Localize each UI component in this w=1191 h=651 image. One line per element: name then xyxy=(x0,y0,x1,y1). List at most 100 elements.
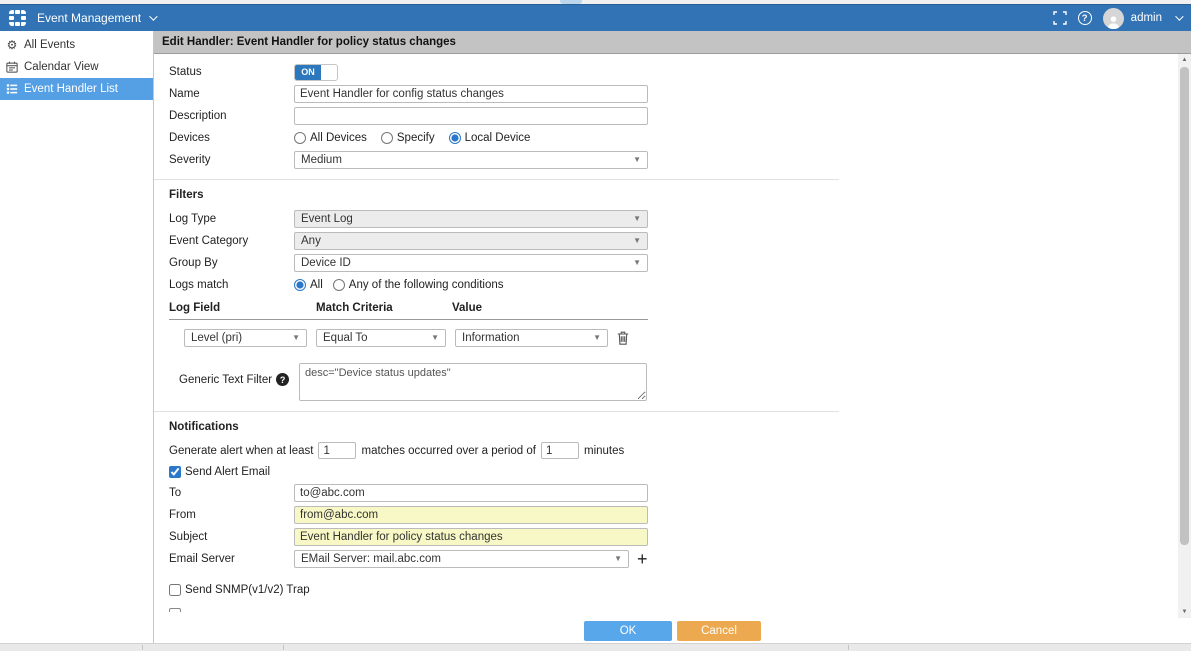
to-input[interactable] xyxy=(294,484,648,502)
partially-visible-checkbox[interactable] xyxy=(169,608,181,612)
send-alert-email-checkbox-row[interactable]: Send Alert Email xyxy=(169,466,804,478)
checkbox-icon[interactable] xyxy=(169,466,181,478)
logs-match-radio-all[interactable]: All xyxy=(294,279,323,291)
devices-row: Devices All Devices Specify Local Device xyxy=(169,129,804,147)
logs-match-label: Logs match xyxy=(169,279,229,291)
chevron-down-icon: ▼ xyxy=(593,333,601,342)
log-field-select[interactable]: Level (pri) ▼ xyxy=(184,329,307,347)
avatar[interactable] xyxy=(1102,7,1124,29)
name-label: Name xyxy=(169,88,200,100)
status-toggle[interactable]: ON xyxy=(294,63,338,81)
matches-count-input[interactable] xyxy=(318,442,357,459)
from-input[interactable] xyxy=(294,506,648,524)
select-value: EMail Server: mail.abc.com xyxy=(301,553,441,565)
status-bar-divider xyxy=(142,645,143,650)
value-select[interactable]: Information ▼ xyxy=(455,329,608,347)
generate-alert-prefix: Generate alert when at least xyxy=(169,444,314,457)
group-by-select[interactable]: Device ID ▼ xyxy=(294,254,648,272)
send-snmp-checkbox-row[interactable]: Send SNMP(v1/v2) Trap xyxy=(169,584,804,596)
radio-label: All Devices xyxy=(310,132,367,144)
chevron-down-icon: ▼ xyxy=(633,258,641,267)
sidebar-item-label: Calendar View xyxy=(24,61,99,73)
add-email-server-button[interactable]: + xyxy=(637,550,648,568)
radio-icon[interactable] xyxy=(332,279,345,291)
help-tooltip-icon[interactable]: ? xyxy=(276,373,290,386)
email-server-row: Email Server EMail Server: mail.abc.com … xyxy=(169,550,804,568)
radio-icon[interactable] xyxy=(380,132,393,144)
description-input[interactable] xyxy=(294,107,648,125)
devices-radio-local-device[interactable]: Local Device xyxy=(448,132,531,144)
form-viewport: Status ON Name Description Devices xyxy=(154,54,1191,618)
log-type-select[interactable]: Event Log ▼ xyxy=(294,210,648,228)
devices-radio-specify[interactable]: Specify xyxy=(380,132,435,144)
severity-select[interactable]: Medium ▼ xyxy=(294,151,648,169)
help-icon[interactable]: ? xyxy=(1077,11,1092,25)
radio-label: Any of the following conditions xyxy=(348,279,504,291)
scroll-down-icon[interactable]: ▼ xyxy=(1178,606,1191,618)
ok-button[interactable]: OK xyxy=(584,620,672,641)
radio-label: Local Device xyxy=(464,132,531,144)
chevron-down-icon: ▼ xyxy=(292,333,300,342)
logs-match-radio-any[interactable]: Any of the following conditions xyxy=(332,279,504,291)
email-server-select[interactable]: EMail Server: mail.abc.com ▼ xyxy=(294,550,629,568)
status-label: Status xyxy=(169,66,202,78)
severity-label: Severity xyxy=(169,154,211,166)
name-row: Name xyxy=(169,85,804,103)
select-value: Any xyxy=(301,235,321,247)
select-value: Level (pri) xyxy=(191,332,243,344)
radio-icon[interactable] xyxy=(448,132,461,144)
status-bar-divider xyxy=(848,645,849,650)
radio-icon[interactable] xyxy=(294,279,306,291)
period-minutes-input[interactable] xyxy=(541,442,579,459)
subject-input[interactable] xyxy=(294,528,648,546)
conditions-header-rule xyxy=(169,319,648,320)
select-value: Event Log xyxy=(301,213,353,225)
select-value: Device ID xyxy=(301,257,351,269)
scroll-up-icon[interactable]: ▲ xyxy=(1178,54,1191,66)
name-input[interactable] xyxy=(294,85,648,103)
event-category-select[interactable]: Any ▼ xyxy=(294,232,648,250)
section-divider xyxy=(154,179,839,180)
sidebar-item-event-handler-list[interactable]: Event Handler List xyxy=(0,78,153,100)
sidebar-item-all-events[interactable]: ⚙ All Events xyxy=(0,34,153,56)
sidebar-item-calendar-view[interactable]: Calendar View xyxy=(0,56,153,78)
section-divider xyxy=(154,411,839,412)
status-bar-divider xyxy=(283,645,284,650)
chevron-down-icon xyxy=(149,12,158,21)
browser-top-strip xyxy=(0,0,1191,4)
sidebar-item-label: All Events xyxy=(24,39,76,51)
generate-alert-middle: matches occurred over a period of xyxy=(361,444,536,457)
devices-radio-all-devices[interactable]: All Devices xyxy=(294,132,367,144)
radio-label: All xyxy=(310,279,323,291)
description-label: Description xyxy=(169,110,227,122)
toggle-on-label: ON xyxy=(295,64,321,80)
event-category-row: Event Category Any ▼ xyxy=(169,232,804,250)
log-type-label: Log Type xyxy=(169,213,217,225)
form-footer: OK Cancel xyxy=(154,618,1191,643)
select-value: Medium xyxy=(301,154,342,166)
group-by-row: Group By Device ID ▼ xyxy=(169,254,804,272)
gear-icon: ⚙ xyxy=(6,38,18,52)
select-value: Equal To xyxy=(323,332,368,344)
user-name[interactable]: admin xyxy=(1131,12,1162,24)
generic-text-filter-textarea[interactable]: desc="Device status updates" xyxy=(299,363,647,401)
checkbox-icon[interactable] xyxy=(169,584,181,596)
app-title[interactable]: Event Management xyxy=(37,11,141,25)
log-field-column-header: Log Field xyxy=(169,302,221,314)
chevron-down-icon: ▼ xyxy=(614,554,622,563)
group-by-label: Group By xyxy=(169,257,218,269)
sidebar-item-label: Event Handler List xyxy=(24,83,118,95)
status-row: Status ON xyxy=(169,63,804,81)
subject-row: Subject xyxy=(169,528,804,546)
radio-icon[interactable] xyxy=(294,132,306,144)
vertical-scrollbar[interactable]: ▲ ▼ xyxy=(1178,54,1191,618)
generate-alert-suffix: minutes xyxy=(584,444,625,457)
scrollbar-thumb[interactable] xyxy=(1180,67,1189,545)
collapse-handle[interactable] xyxy=(560,0,582,4)
cancel-button[interactable]: Cancel xyxy=(677,620,761,641)
app-switcher-icon[interactable] xyxy=(9,9,26,27)
delete-condition-button[interactable] xyxy=(617,331,629,345)
email-server-label: Email Server xyxy=(169,553,235,565)
fullscreen-icon[interactable] xyxy=(1052,11,1067,25)
match-criteria-select[interactable]: Equal To ▼ xyxy=(316,329,446,347)
